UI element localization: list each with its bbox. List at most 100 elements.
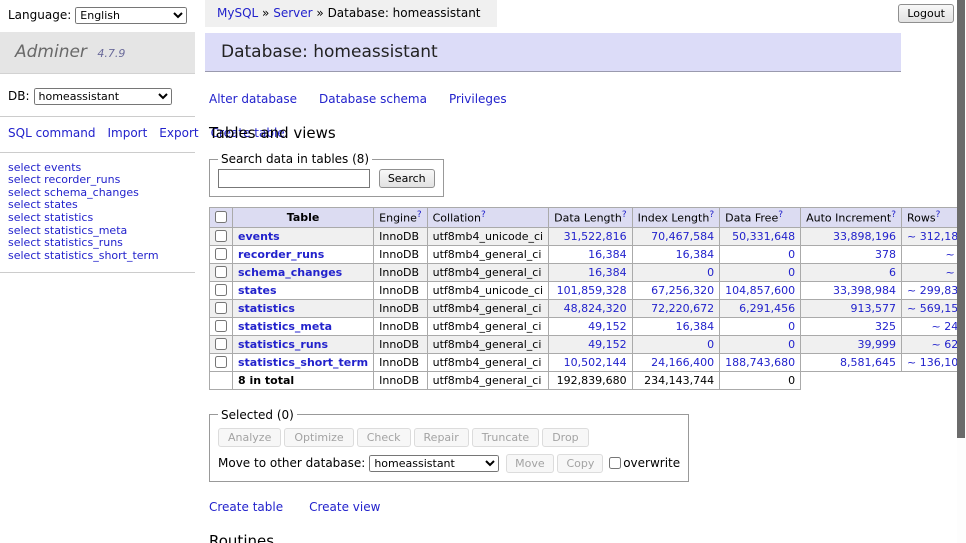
db-action-link[interactable]: Alter database	[209, 92, 297, 106]
sidebar-action-link[interactable]: SQL command	[8, 126, 95, 140]
logout-button[interactable]: Logout	[898, 4, 954, 23]
bulk-action-button[interactable]: Drop	[542, 428, 588, 447]
data-length-link[interactable]: 16,384	[588, 266, 627, 279]
logout-wrap: Logout	[898, 4, 954, 23]
select-table-link[interactable]: select states	[8, 198, 78, 211]
row-checkbox[interactable]	[215, 302, 227, 314]
data-length-link[interactable]: 16,384	[588, 248, 627, 261]
data-free-link[interactable]: 6,291,456	[739, 302, 795, 315]
data-length-cell: 49,152	[549, 317, 632, 335]
row-checkbox[interactable]	[215, 284, 227, 296]
select-table-link[interactable]: select recorder_runs	[8, 173, 120, 186]
auto-increment-link[interactable]: 39,999	[858, 338, 897, 351]
select-table-link[interactable]: select statistics_meta	[8, 224, 127, 237]
move-db-select[interactable]: homeassistant	[369, 455, 499, 472]
table-name-link[interactable]: schema_changes	[238, 266, 342, 279]
search-input[interactable]	[218, 169, 370, 188]
bulk-action-button[interactable]: Repair	[414, 428, 469, 447]
version-link[interactable]: 4.7.9	[97, 47, 125, 60]
index-length-link[interactable]: 70,467,584	[651, 230, 714, 243]
auto-increment-cell: 33,398,984	[801, 281, 902, 299]
select-table-link[interactable]: select statistics_short_term	[8, 249, 159, 262]
table-name-link[interactable]: events	[238, 230, 280, 243]
help-link[interactable]: ?	[622, 210, 627, 220]
table-name-link[interactable]: statistics_meta	[238, 320, 332, 333]
breadcrumb-mysql-link[interactable]: MySQL	[217, 6, 258, 20]
copy-button[interactable]: Copy	[557, 454, 603, 473]
auto-increment-link[interactable]: 6	[889, 266, 896, 279]
sidebar-action-link[interactable]: Export	[159, 126, 198, 140]
data-length-link[interactable]: 31,522,816	[564, 230, 627, 243]
table-row: recorder_runs InnoDB utf8mb4_general_ci …	[210, 245, 966, 263]
scrollbar-track[interactable]	[957, 0, 966, 543]
bulk-action-button[interactable]: Check	[357, 428, 411, 447]
bulk-action-button[interactable]: Optimize	[284, 428, 353, 447]
search-fieldset: Search data in tables (8) Search	[209, 152, 444, 197]
table-name-link[interactable]: statistics_short_term	[238, 356, 368, 369]
index-length-link[interactable]: 0	[707, 338, 714, 351]
bulk-action-button[interactable]: Truncate	[472, 428, 539, 447]
create-link[interactable]: Create table	[209, 500, 283, 514]
select-table-link[interactable]: select schema_changes	[8, 186, 139, 199]
auto-increment-link[interactable]: 33,398,984	[833, 284, 896, 297]
data-length-link[interactable]: 49,152	[588, 320, 627, 333]
table-name-link[interactable]: statistics	[238, 302, 295, 315]
index-length-link[interactable]: 16,384	[676, 248, 715, 261]
table-name-link[interactable]: states	[238, 284, 277, 297]
row-checkbox[interactable]	[215, 338, 227, 350]
select-table-link[interactable]: select events	[8, 161, 81, 174]
db-action-link[interactable]: Privileges	[449, 92, 507, 106]
auto-increment-link[interactable]: 33,898,196	[833, 230, 896, 243]
auto-increment-link[interactable]: 913,577	[851, 302, 897, 315]
scrollbar-thumb[interactable]	[957, 0, 965, 438]
data-free-link[interactable]: 0	[788, 338, 795, 351]
select-table-link[interactable]: select statistics	[8, 211, 93, 224]
data-free-link[interactable]: 0	[788, 266, 795, 279]
help-link[interactable]: ?	[936, 210, 941, 220]
table-name-link[interactable]: statistics_runs	[238, 338, 328, 351]
db-action-link[interactable]: Database schema	[319, 92, 427, 106]
select-table-link[interactable]: select statistics_runs	[8, 236, 123, 249]
index-length-link[interactable]: 72,220,672	[651, 302, 714, 315]
data-free-link[interactable]: 104,857,600	[725, 284, 795, 297]
language-select[interactable]: English	[75, 7, 187, 24]
row-checkbox[interactable]	[215, 230, 227, 242]
overwrite-checkbox[interactable]	[609, 457, 621, 469]
help-link[interactable]: ?	[778, 210, 783, 220]
select-all-checkbox[interactable]	[215, 211, 227, 223]
help-link[interactable]: ?	[709, 210, 714, 220]
data-free-link[interactable]: 0	[788, 320, 795, 333]
bulk-action-button[interactable]: Analyze	[218, 428, 281, 447]
breadcrumb-server-link[interactable]: Server	[273, 6, 312, 20]
data-free-link[interactable]: 50,331,648	[732, 230, 795, 243]
row-checkbox[interactable]	[215, 356, 227, 368]
db-select[interactable]: homeassistant	[34, 88, 172, 105]
data-length-link[interactable]: 10,502,144	[564, 356, 627, 369]
data-length-link[interactable]: 101,859,328	[557, 284, 627, 297]
help-link[interactable]: ?	[417, 210, 422, 220]
index-length-link[interactable]: 16,384	[676, 320, 715, 333]
table-name-link[interactable]: recorder_runs	[238, 248, 324, 261]
help-link[interactable]: ?	[481, 210, 486, 220]
index-length-link[interactable]: 24,166,400	[651, 356, 714, 369]
create-link[interactable]: Create view	[309, 500, 380, 514]
row-checkbox[interactable]	[215, 320, 227, 332]
data-length-link[interactable]: 49,152	[588, 338, 627, 351]
move-button[interactable]: Move	[506, 454, 554, 473]
auto-increment-link[interactable]: 378	[875, 248, 896, 261]
search-button[interactable]: Search	[379, 169, 435, 188]
total-checkbox-cell	[210, 371, 233, 389]
sidebar-action-link[interactable]: Import	[107, 126, 147, 140]
auto-increment-link[interactable]: 325	[875, 320, 896, 333]
data-free-link[interactable]: 0	[788, 248, 795, 261]
index-length-link[interactable]: 67,256,320	[651, 284, 714, 297]
row-checkbox[interactable]	[215, 248, 227, 260]
table-footer: 8 in total InnoDB utf8mb4_general_ci 192…	[210, 371, 966, 389]
index-length-link[interactable]: 0	[707, 266, 714, 279]
row-checkbox[interactable]	[215, 266, 227, 278]
index-length-cell: 16,384	[632, 317, 720, 335]
data-free-link[interactable]: 188,743,680	[725, 356, 795, 369]
auto-increment-link[interactable]: 8,581,645	[840, 356, 896, 369]
help-link[interactable]: ?	[891, 210, 896, 220]
data-length-link[interactable]: 48,824,320	[564, 302, 627, 315]
